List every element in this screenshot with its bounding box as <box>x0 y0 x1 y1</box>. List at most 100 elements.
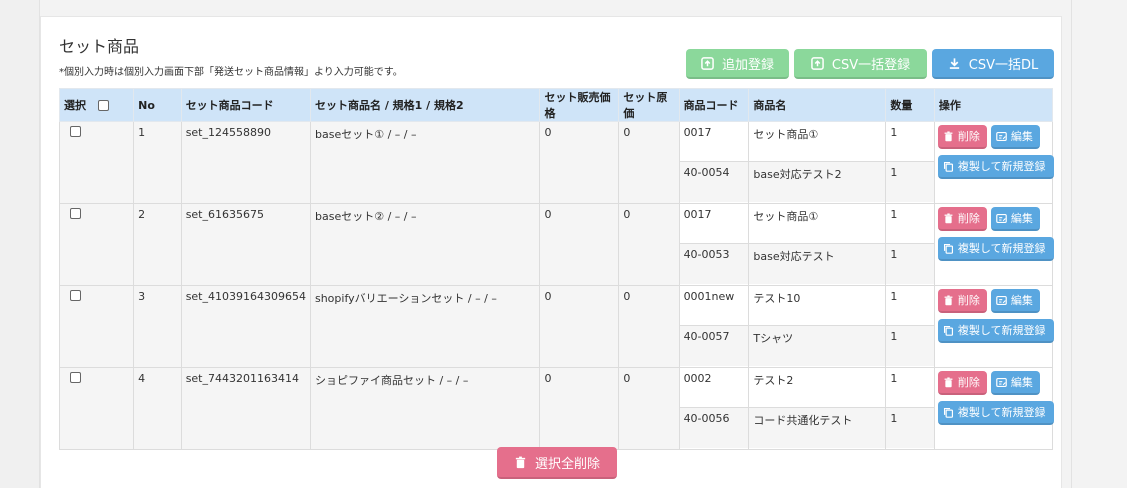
item-code: 40-0054 <box>679 162 749 202</box>
row-actions: 削除 編集複製して新規登録 <box>933 203 1054 286</box>
header-select: 選択 <box>58 88 135 122</box>
edit-button[interactable]: 編集 <box>990 125 1040 149</box>
csv-download-button[interactable]: CSV一括DL <box>932 49 1054 79</box>
delete-label: 削除 <box>957 130 980 143</box>
row-actions-group: 削除 編集複製して新規登録 <box>935 286 1054 367</box>
trash-icon <box>944 376 953 387</box>
copy-icon <box>943 407 953 418</box>
bulk-delete-button[interactable]: 選択全削除 <box>497 447 617 479</box>
edit-icon <box>996 377 1007 387</box>
header-actions: 操作 <box>933 88 1054 122</box>
row-checkbox[interactable] <box>70 372 81 383</box>
edit-icon <box>996 295 1007 305</box>
row-set-name: ショピファイ商品セット / – / – <box>309 367 541 450</box>
item-code: 0017 <box>679 122 749 162</box>
item-qty: 1 <box>886 408 934 448</box>
table-row: 1 set_124558890 baseセット① / – / –0 0 0017 40-0… <box>58 121 1054 204</box>
row-actions: 削除 編集複製して新規登録 <box>933 367 1054 450</box>
add-button-label: 追加登録 <box>721 57 774 73</box>
edit-icon <box>996 131 1007 141</box>
row-item-qtys: 11 <box>885 367 935 450</box>
edit-button[interactable]: 編集 <box>990 371 1040 395</box>
edit-label: 編集 <box>1010 212 1033 225</box>
row-set-name: shopifyバリエーションセット / – / – <box>309 285 541 368</box>
row-item-codes: 0017 40-0054 <box>678 121 750 204</box>
row-item-codes: 0002 40-0056 <box>678 367 750 450</box>
item-qty: 1 <box>886 244 934 284</box>
edit-button[interactable]: 編集 <box>990 289 1040 313</box>
table-row: 3 set_41039164309654 shopifyバリエーションセット / –… <box>58 285 1054 368</box>
duplicate-button[interactable]: 複製して新規登録 <box>937 237 1054 261</box>
row-select-cell <box>58 367 135 450</box>
row-actions-group: 削除 編集複製して新規登録 <box>935 122 1054 203</box>
row-set-cost: 0 <box>618 367 680 450</box>
item-name: セット商品① <box>749 204 886 244</box>
header-set-code: セット商品コード <box>180 88 311 122</box>
table-header-row: 選択 No セット商品コード セット商品名 / 規格1 / 規格2 セット販売価… <box>58 88 1054 122</box>
download-icon <box>949 57 959 69</box>
row-no: 2 <box>133 203 182 286</box>
edit-label: 編集 <box>1010 130 1033 143</box>
delete-label: 削除 <box>957 376 980 389</box>
row-item-qtys: 11 <box>885 285 935 368</box>
item-name: セット商品① <box>749 122 886 162</box>
item-qty: 1 <box>886 368 934 408</box>
item-name: テスト10 <box>749 286 886 326</box>
header-select-label: 選択 <box>64 99 86 112</box>
csv-download-label: CSV一括DL <box>968 57 1039 73</box>
row-set-code: set_41039164309654 <box>180 285 311 368</box>
item-name: コード共通化テスト <box>749 408 886 448</box>
duplicate-button[interactable]: 複製して新規登録 <box>937 155 1054 179</box>
trash-icon <box>944 212 953 223</box>
row-actions-group: 削除 編集複製して新規登録 <box>935 204 1054 285</box>
select-all-checkbox[interactable] <box>97 100 109 111</box>
set-products-panel: セット商品 *個別入力時は個別入力画面下部「発送セット商品情報」より入力可能です… <box>40 16 1062 488</box>
row-item-codes: 0017 40-0053 <box>678 203 750 286</box>
row-item-names: テスト2 コード共通化テスト <box>748 367 887 450</box>
set-products-table: 選択 No セット商品コード セット商品名 / 規格1 / 規格2 セット販売価… <box>58 88 1054 450</box>
delete-label: 削除 <box>957 212 980 225</box>
row-item-qtys: 11 <box>885 121 935 204</box>
row-set-price: 0 <box>539 285 620 368</box>
trash-icon <box>515 456 526 468</box>
csv-import-label: CSV一括登録 <box>831 57 911 73</box>
row-checkbox[interactable] <box>70 126 81 137</box>
csv-import-button[interactable]: CSV一括登録 <box>794 49 927 79</box>
item-code: 40-0056 <box>679 408 749 448</box>
item-qty: 1 <box>886 122 934 162</box>
item-code: 0017 <box>679 204 749 244</box>
row-set-name: baseセット② / – / – <box>309 203 541 286</box>
duplicate-button[interactable]: 複製して新規登録 <box>937 319 1054 343</box>
trash-icon <box>944 294 953 305</box>
duplicate-label: 複製して新規登録 <box>957 406 1046 419</box>
row-actions: 削除 編集複製して新規登録 <box>933 121 1054 204</box>
add-button[interactable]: 追加登録 <box>686 49 789 79</box>
delete-button[interactable]: 削除 <box>937 207 987 231</box>
copy-icon <box>943 325 953 336</box>
upload-icon <box>811 56 824 70</box>
item-name: Tシャツ <box>749 326 886 366</box>
row-set-code: set_124558890 <box>180 121 311 204</box>
duplicate-button[interactable]: 複製して新規登録 <box>937 401 1054 425</box>
item-name: テスト2 <box>749 368 886 408</box>
delete-button[interactable]: 削除 <box>937 125 987 149</box>
header-item-name: 商品名 <box>748 88 887 122</box>
row-select-cell <box>58 121 135 204</box>
table-row: 4 set_7443201163414 ショピファイ商品セット / – / –0 0 0… <box>58 367 1054 450</box>
row-item-qtys: 11 <box>885 203 935 286</box>
header-qty: 数量 <box>885 88 935 122</box>
row-checkbox[interactable] <box>70 290 81 301</box>
edit-button[interactable]: 編集 <box>990 207 1040 231</box>
row-checkbox[interactable] <box>70 208 81 219</box>
row-set-name: baseセット① / – / – <box>309 121 541 204</box>
delete-button[interactable]: 削除 <box>937 289 987 313</box>
item-code: 40-0057 <box>679 326 749 366</box>
input-note: *個別入力時は個別入力画面下部「発送セット商品情報」より入力可能です。 <box>59 67 403 78</box>
delete-button[interactable]: 削除 <box>937 371 987 395</box>
page-title: セット商品 <box>59 37 140 56</box>
row-item-names: セット商品① base対応テスト2 <box>748 121 887 204</box>
row-set-code: set_7443201163414 <box>180 367 311 450</box>
item-name: base対応テスト2 <box>749 162 886 202</box>
copy-icon <box>943 243 953 254</box>
header-item-code: 商品コード <box>678 88 750 122</box>
